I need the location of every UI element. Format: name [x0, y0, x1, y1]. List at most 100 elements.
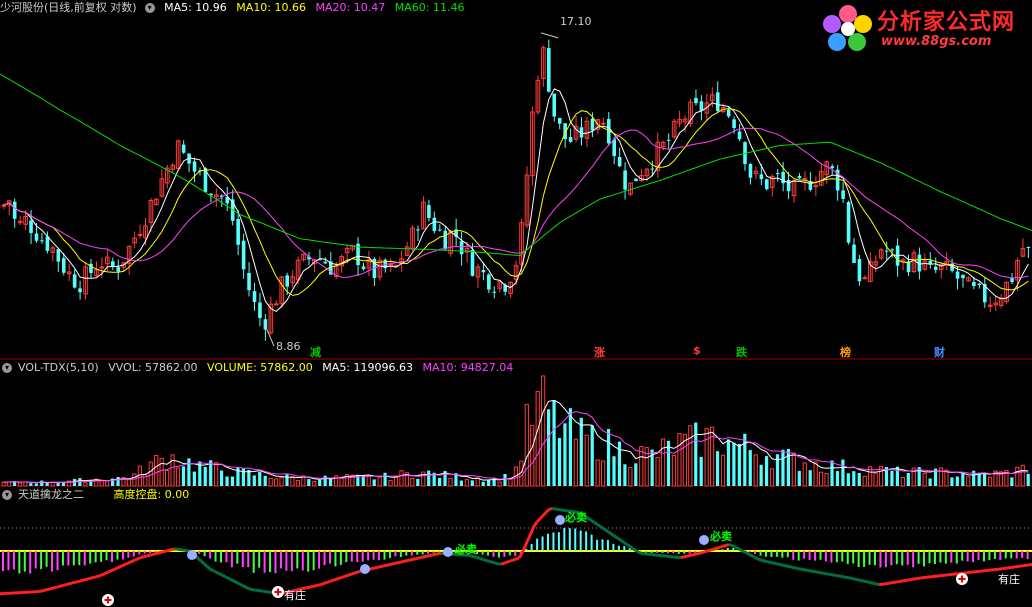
signal-curve — [626, 543, 631, 548]
oscillator-bar — [688, 551, 691, 554]
signal-curve — [743, 550, 748, 555]
volume-bar — [906, 472, 910, 486]
volume-bar — [704, 427, 709, 487]
volume-bar — [841, 459, 845, 486]
signal-curve — [44, 587, 49, 592]
volume-bar — [252, 475, 256, 486]
signal-curve — [773, 561, 778, 566]
event-tag-finance[interactable]: 财 — [934, 344, 945, 360]
oscillator-bar — [410, 551, 413, 556]
signal-curve — [614, 535, 619, 540]
signal-curve — [341, 574, 346, 579]
volume-bar — [961, 473, 965, 486]
candle-body — [775, 173, 780, 175]
oscillator-bar — [868, 551, 871, 565]
oscillator-bar — [214, 551, 217, 562]
volume-bar — [247, 469, 251, 486]
signal-curve — [629, 545, 634, 550]
oscillator-bar — [912, 551, 915, 568]
oscillator-bar — [961, 551, 964, 561]
candle-body — [241, 240, 246, 270]
signal-curve — [224, 575, 229, 580]
volume-bar — [1, 481, 6, 487]
volume-bar — [438, 477, 442, 486]
signal-curve — [842, 575, 847, 579]
signal-curve — [866, 580, 871, 584]
signal-curve — [635, 549, 640, 554]
signal-curve — [728, 543, 733, 547]
signal-curve — [596, 522, 601, 528]
event-tag-fall[interactable]: 跌 — [736, 344, 747, 360]
volume-bar — [524, 403, 529, 487]
settings-dropdown-icon[interactable]: ▾ — [2, 490, 12, 500]
volume-bar — [808, 470, 812, 486]
signal-curve — [503, 560, 508, 565]
oscillator-bar — [955, 551, 958, 564]
signal-curve — [56, 584, 61, 589]
volume-bar — [170, 454, 175, 487]
volume-bar — [1015, 466, 1020, 487]
signal-curve — [740, 548, 745, 553]
candle-body — [99, 266, 105, 269]
candle-body — [977, 283, 982, 286]
candle-body — [884, 250, 889, 252]
indicator-vol-ma10: MA10: 94827.04 — [422, 361, 514, 374]
volume-bar — [1026, 473, 1030, 486]
signal-curve — [632, 547, 637, 552]
volume-bar — [547, 409, 551, 486]
oscillator-bar — [18, 551, 21, 574]
event-tag-rank[interactable]: 榜 — [840, 344, 851, 360]
signal-curve — [620, 539, 625, 544]
oscillator-bar — [111, 551, 113, 562]
signal-curve — [350, 571, 355, 576]
oscillator-bar — [497, 551, 500, 558]
signal-curve — [407, 558, 412, 562]
volume-bar — [416, 478, 420, 486]
candle-body — [732, 119, 736, 129]
oscillator-bar — [296, 551, 299, 569]
candle-body — [1026, 247, 1031, 249]
event-tag-dollar[interactable]: $ — [693, 344, 701, 357]
volume-bar — [628, 467, 633, 487]
volume-bar — [399, 470, 404, 487]
oscillator-bar — [824, 551, 827, 562]
signal-curve — [161, 549, 166, 554]
oscillator-bar — [530, 543, 533, 551]
signal-curve — [845, 575, 850, 580]
oscillator-bar — [846, 551, 849, 565]
oscillator-bar — [72, 551, 75, 566]
volume-bar — [634, 463, 638, 486]
signal-curve — [329, 578, 334, 583]
oscillator-bar — [274, 551, 277, 574]
volume-bar — [427, 470, 431, 486]
oscillator-bar — [835, 551, 838, 563]
volume-bar — [350, 474, 355, 487]
signal-curve — [320, 581, 325, 586]
volume-bar — [944, 469, 949, 487]
oscillator-bar — [405, 551, 408, 556]
signal-curve — [104, 570, 109, 575]
signal-curve — [317, 582, 322, 587]
signal-curve — [833, 573, 838, 578]
signal-curve — [512, 557, 517, 562]
signal-curve — [860, 579, 865, 583]
volume-bar — [17, 482, 23, 487]
signal-curve — [854, 577, 859, 582]
signal-curve — [818, 570, 823, 575]
event-tag-reduce[interactable]: 减 — [310, 344, 321, 360]
signal-curve — [209, 567, 214, 572]
event-tag-rise[interactable]: 涨 — [594, 344, 605, 360]
volume-bar — [846, 473, 850, 486]
volume-bar — [464, 479, 469, 487]
logo-text: 分析家公式网 — [877, 10, 1016, 35]
volume-bar — [459, 480, 463, 486]
settings-dropdown-icon[interactable]: ▾ — [2, 363, 12, 373]
volume-bar — [290, 476, 295, 487]
candle-body — [666, 139, 671, 141]
volume-bar — [987, 476, 993, 487]
volume-bar — [225, 476, 229, 486]
signal-curve — [683, 554, 688, 559]
volume-bar — [83, 482, 88, 487]
oscillator-bar — [933, 551, 936, 564]
settings-dropdown-icon[interactable]: ▾ — [144, 3, 155, 13]
